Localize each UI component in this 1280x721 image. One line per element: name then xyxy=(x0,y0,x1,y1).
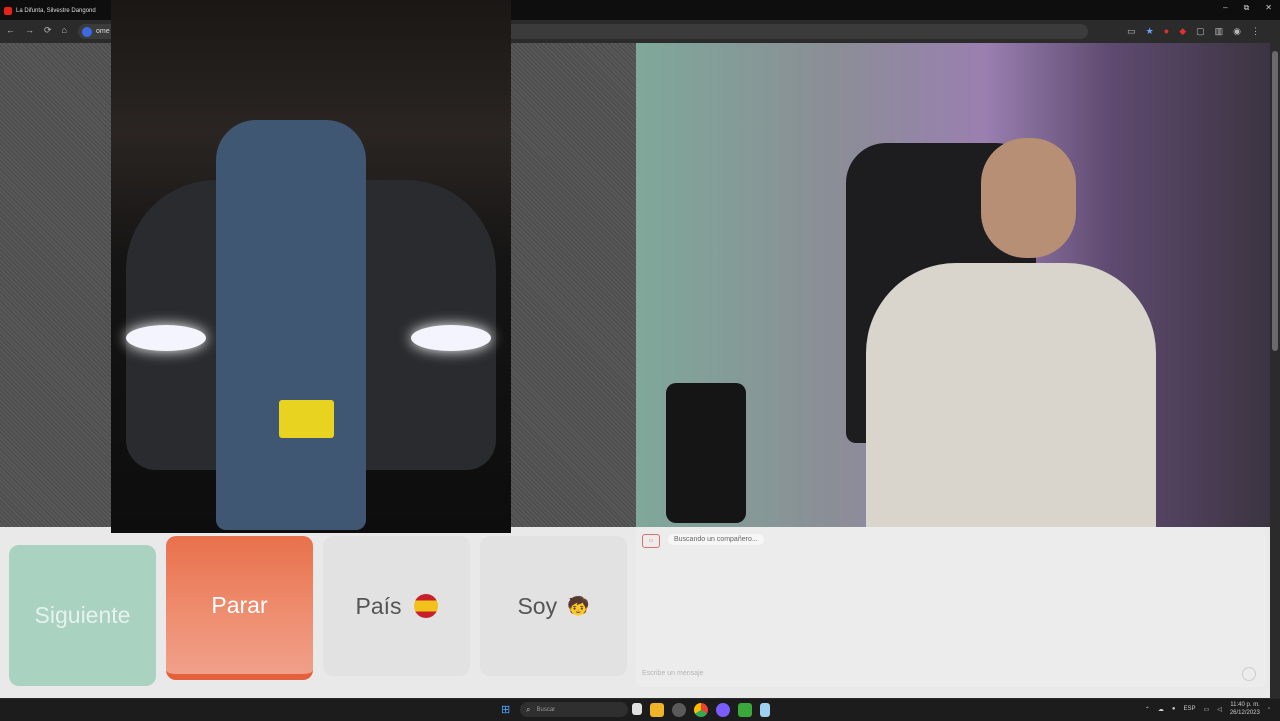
chat-panel: ▭ Buscando un compañero... Escribe un me… xyxy=(636,527,1266,687)
cloud-icon[interactable]: ☁ xyxy=(1158,706,1164,713)
language-indicator[interactable]: ESP xyxy=(1184,706,1196,712)
profile-avatar-icon[interactable]: ◉ xyxy=(1233,26,1241,37)
nav-buttons: ← → ⟳ ⌂ xyxy=(6,25,67,36)
sidebar-icon[interactable]: ▥ xyxy=(1215,26,1224,37)
taskbar-apps xyxy=(632,703,770,717)
close-button[interactable]: ✕ xyxy=(1265,3,1272,13)
microphone xyxy=(666,383,746,523)
youtube-favicon-icon xyxy=(4,6,12,15)
notification-icon[interactable]: ▫ xyxy=(1268,706,1270,712)
tray-chevron-icon[interactable]: ⌃ xyxy=(1145,706,1150,713)
volume-icon[interactable]: ◁ xyxy=(1217,706,1222,713)
windows-start-icon[interactable]: ⊞ xyxy=(501,704,513,716)
taskbar-search[interactable]: ⌕ Buscar xyxy=(520,702,628,717)
chrome-icon[interactable] xyxy=(694,703,708,717)
car-headlight-right xyxy=(411,325,491,351)
extension-record-icon[interactable]: ◆ xyxy=(1179,26,1186,37)
own-camera-video xyxy=(636,43,1270,527)
file-explorer-icon[interactable] xyxy=(650,703,664,717)
spain-flag-icon xyxy=(413,594,438,618)
notepad-icon[interactable] xyxy=(760,703,770,717)
windows-taskbar: ⊞ ⌕ Buscar ⌃ ☁ ● ESP ▭ ◁ 11:40 p. m. 26/… xyxy=(0,698,1280,721)
minimize-button[interactable]: – xyxy=(1223,3,1227,13)
chat-status: Buscando un compañero... xyxy=(668,534,764,545)
page-scrollbar[interactable] xyxy=(1270,43,1280,698)
clock[interactable]: 11:40 p. m. 26/12/2023 xyxy=(1230,701,1260,717)
task-view-icon[interactable] xyxy=(632,703,642,715)
ometv-logo-icon: ▭ xyxy=(642,534,660,548)
window-controls: – ⧉ ✕ xyxy=(1223,3,1272,13)
emoji-picker-icon[interactable] xyxy=(1242,667,1256,681)
menu-dots-icon[interactable]: ⋮ xyxy=(1251,26,1260,37)
country-label: País xyxy=(355,592,402,619)
bookmark-star-icon[interactable]: ★ xyxy=(1146,26,1154,37)
cast-icon[interactable]: ▭ xyxy=(1127,26,1136,37)
stranger-photo-overlay xyxy=(111,0,511,533)
extension-red-icon[interactable]: ● xyxy=(1164,26,1169,37)
chat-input[interactable]: Escribe un mensaje xyxy=(642,667,1202,681)
license-plate xyxy=(279,400,334,438)
man-in-denim-jacket xyxy=(216,120,366,530)
extension-icons: ▭ ★ ● ◆ ▢ ▥ ◉ ⋮ xyxy=(1127,26,1260,37)
site-info-icon[interactable] xyxy=(82,26,92,37)
back-icon[interactable]: ← xyxy=(6,25,15,36)
stop-button[interactable]: Parar xyxy=(166,536,313,680)
url-text: ome xyxy=(96,28,110,35)
minecraft-icon[interactable] xyxy=(738,703,752,717)
network-icon[interactable]: ▭ xyxy=(1204,706,1210,713)
forward-icon[interactable]: → xyxy=(25,25,34,36)
boy-emoji-icon: 🧒 xyxy=(567,595,590,616)
home-icon[interactable]: ⌂ xyxy=(62,25,67,36)
extensions-puzzle-icon[interactable]: ▢ xyxy=(1196,26,1205,37)
browser-tab[interactable]: La Difunta, Silvestre Dangond xyxy=(4,3,108,18)
streamer-head xyxy=(981,138,1076,258)
tab-title: La Difunta, Silvestre Dangond xyxy=(16,7,96,14)
restore-button[interactable]: ⧉ xyxy=(1244,3,1250,13)
scrollbar-thumb[interactable] xyxy=(1272,51,1278,351)
messenger-icon[interactable] xyxy=(716,703,730,717)
mic-icon[interactable]: ● xyxy=(1172,706,1176,712)
next-button[interactable]: Siguiente xyxy=(9,545,156,686)
clock-time: 11:40 p. m. xyxy=(1230,702,1260,708)
streamer-body xyxy=(866,263,1156,527)
obs-icon[interactable] xyxy=(672,703,686,717)
gender-button[interactable]: Soy 🧒 xyxy=(480,536,627,676)
country-button[interactable]: País xyxy=(323,536,470,676)
car-headlight-left xyxy=(126,325,206,351)
clock-date: 26/12/2023 xyxy=(1229,710,1260,716)
reload-icon[interactable]: ⟳ xyxy=(44,25,52,36)
system-tray: ⌃ ☁ ● ESP ▭ ◁ 11:40 p. m. 26/12/2023 ▫ xyxy=(1145,701,1270,717)
taskbar-search-placeholder: Buscar xyxy=(536,706,556,713)
search-icon: ⌕ xyxy=(526,704,531,714)
soy-label: Soy xyxy=(517,592,558,619)
